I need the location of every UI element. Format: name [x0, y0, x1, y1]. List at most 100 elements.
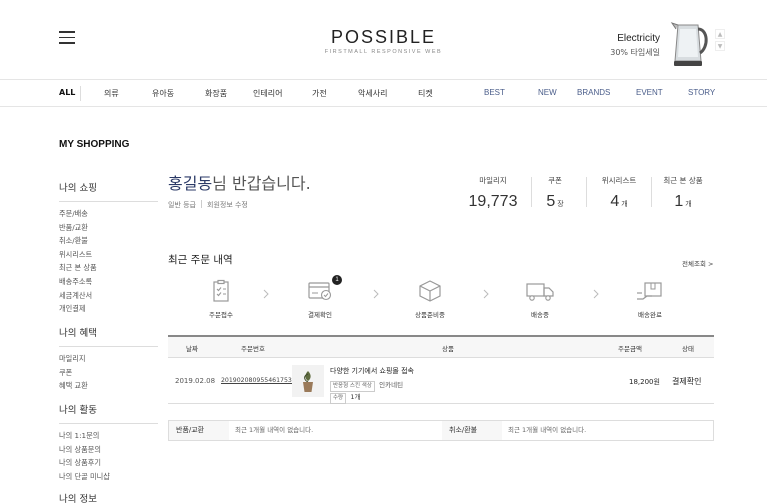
clipboard-icon: [213, 279, 229, 302]
delivered-icon: [637, 282, 662, 300]
step-label: 배송중: [531, 311, 549, 319]
stat-value: 1개: [674, 193, 692, 210]
sidebar-group-title: 나의 혜택: [59, 325, 158, 347]
nav-item-all[interactable]: ALL: [59, 88, 75, 97]
sidebar-group-benefits: 나의 혜택 마일리지 쿠폰 혜택 교환: [59, 325, 158, 393]
sidebar-item-mileage[interactable]: 마일리지: [59, 352, 158, 366]
nav-item-cosmetics[interactable]: 화장품: [205, 88, 227, 99]
order-number-link[interactable]: 2019020809554617530: [221, 377, 296, 384]
stat-wishlist[interactable]: 위시리스트 4개: [586, 175, 652, 211]
nav-item-appliances[interactable]: 가전: [312, 88, 327, 99]
col-amount: 주문금액: [618, 345, 642, 353]
card-check-icon: [308, 282, 332, 301]
step-label: 주문접수: [209, 311, 233, 319]
order-date: 2019.02.08: [175, 377, 216, 385]
nav-item-tickets[interactable]: 티켓: [418, 88, 433, 99]
cancel-label: 취소/환불: [442, 421, 502, 440]
product-name-link[interactable]: 다양한 기기에서 쇼핑몰 접속: [330, 366, 414, 376]
step-count-badge: 1: [332, 275, 342, 285]
sidebar-item-payment[interactable]: 개인결제: [59, 302, 158, 316]
promo-arrows: ▲ ▼: [715, 29, 725, 53]
col-order-no: 주문번호: [241, 345, 265, 353]
sidebar-item-coupon[interactable]: 쿠폰: [59, 366, 158, 380]
step-payment-confirmed[interactable]: 결제확인: [290, 279, 350, 319]
sidebar-item-cancel[interactable]: 취소/환불: [59, 234, 158, 248]
table-row[interactable]: 2019.02.08 2019020809554617530 다양한 기기에서 …: [168, 358, 714, 404]
arrow-up-icon[interactable]: ▲: [715, 29, 725, 39]
nav-item-kids[interactable]: 유아동: [152, 88, 174, 99]
product-thumbnail[interactable]: [292, 365, 324, 397]
nav-item-best[interactable]: BEST: [484, 88, 505, 97]
sidebar-item-recent[interactable]: 최근 본 상품: [59, 261, 158, 275]
sidebar-item-tax[interactable]: 세금계산서: [59, 289, 158, 303]
stat-coupon[interactable]: 쿠폰 5장: [522, 175, 588, 211]
sidebar-group-title: 나의 정보: [59, 491, 158, 503]
step-preparing[interactable]: 상품준비중: [400, 279, 460, 319]
cancel-empty-text: 최근 1개월 내역이 없습니다.: [508, 426, 587, 434]
nav-item-brands[interactable]: BRANDS: [577, 88, 610, 97]
step-shipping[interactable]: 배송중: [510, 279, 570, 319]
nav-item-accessories[interactable]: 악세사리: [358, 88, 387, 99]
return-label: 반품/교환: [169, 421, 229, 440]
member-info: 일반 등급 회원정보 수정: [168, 200, 248, 210]
stat-value: 4개: [610, 193, 628, 210]
sidebar-title: MY SHOPPING: [59, 139, 130, 150]
history-summary: 반품/교환 최근 1개월 내역이 없습니다. 취소/환불 최근 1개월 내역이 …: [168, 420, 714, 441]
sidebar-item-orders[interactable]: 주문/배송: [59, 207, 158, 221]
main-nav: ALL 의류 유아동 화장품 인테리어 가전 악세사리 티켓 BEST NEW …: [0, 80, 767, 107]
stat-value: 5장: [546, 193, 564, 210]
chevron-right-icon: [593, 289, 599, 299]
sidebar-group-info: 나의 정보: [59, 491, 158, 503]
site-header: POSSIBLE FIRSTMALL RESPONSIVE WEB Electr…: [0, 0, 767, 80]
col-date: 날짜: [186, 345, 198, 353]
sidebar-item-review[interactable]: 나의 상품후기: [59, 456, 158, 470]
sidebar-item-minishop[interactable]: 나의 단골 미니샵: [59, 470, 158, 484]
nav-item-interior[interactable]: 인테리어: [253, 88, 282, 99]
chevron-right-icon: [263, 289, 269, 299]
sidebar-group-title: 나의 쇼핑: [59, 180, 158, 202]
sidebar-item-inquiry[interactable]: 나의 1:1문의: [59, 429, 158, 443]
orders-title: 최근 주문 내역: [168, 254, 233, 266]
option-value: 인카네틴: [379, 381, 404, 389]
kettle-image[interactable]: [668, 19, 710, 69]
order-status: 결제확인: [672, 377, 702, 386]
arrow-down-icon[interactable]: ▼: [715, 41, 725, 51]
sidebar-item-address[interactable]: 배송주소록: [59, 275, 158, 289]
order-amount: 18,200원: [629, 378, 660, 386]
stat-recent[interactable]: 최근 본 상품 1개: [650, 175, 716, 211]
stat-label: 위시리스트: [601, 176, 637, 185]
sidebar-group-title: 나의 활동: [59, 402, 158, 424]
nav-item-clothing[interactable]: 의류: [104, 88, 119, 99]
sidebar-item-wishlist[interactable]: 위시리스트: [59, 248, 158, 262]
step-label: 상품준비중: [415, 311, 445, 319]
greeting: 홍길동님 반갑습니다.: [168, 170, 311, 194]
stat-label: 최근 본 상품: [663, 176, 703, 185]
chevron-right-icon: [483, 289, 489, 299]
box-icon: [419, 280, 441, 302]
step-label: 결제확인: [308, 311, 332, 319]
sidebar-item-product-qna[interactable]: 나의 상품문의: [59, 443, 158, 457]
nav-item-new[interactable]: NEW: [538, 88, 557, 97]
edit-profile-link[interactable]: 회원정보 수정: [207, 201, 248, 209]
stat-label: 쿠폰: [548, 176, 562, 185]
step-label: 배송완료: [638, 311, 662, 319]
promo-subtitle[interactable]: 30% 타임세일: [610, 47, 660, 58]
step-delivered[interactable]: 배송완료: [620, 279, 680, 319]
nav-item-event[interactable]: EVENT: [636, 88, 663, 97]
nav-item-story[interactable]: STORY: [688, 88, 715, 97]
stat-value: 19,773: [468, 193, 518, 210]
sidebar-group-shopping: 나의 쇼핑 주문/배송 반품/교환 취소/환불 위시리스트 최근 본 상품 배송…: [59, 180, 158, 316]
sidebar-item-exchange[interactable]: 혜택 교환: [59, 379, 158, 393]
divider: [201, 200, 202, 208]
sidebar-group-activity: 나의 활동 나의 1:1문의 나의 상품문의 나의 상품후기 나의 단골 미니샵: [59, 402, 158, 483]
return-empty-text: 최근 1개월 내역이 없습니다.: [235, 426, 314, 434]
sidebar-item-returns[interactable]: 반품/교환: [59, 221, 158, 235]
promo-banner[interactable]: Electricity 30% 타임세일: [610, 33, 660, 58]
nav-divider: [80, 86, 81, 101]
stat-mileage[interactable]: 마일리지 19,773: [460, 175, 526, 211]
promo-title[interactable]: Electricity: [610, 33, 660, 44]
orders-table: 날짜 주문번호 상품 주문금액 상태 2019.02.08 2019020809…: [168, 335, 714, 404]
view-all-link[interactable]: 전체조회 >: [682, 258, 713, 268]
col-status: 상태: [682, 345, 694, 353]
step-order-received[interactable]: 주문접수: [191, 279, 251, 319]
